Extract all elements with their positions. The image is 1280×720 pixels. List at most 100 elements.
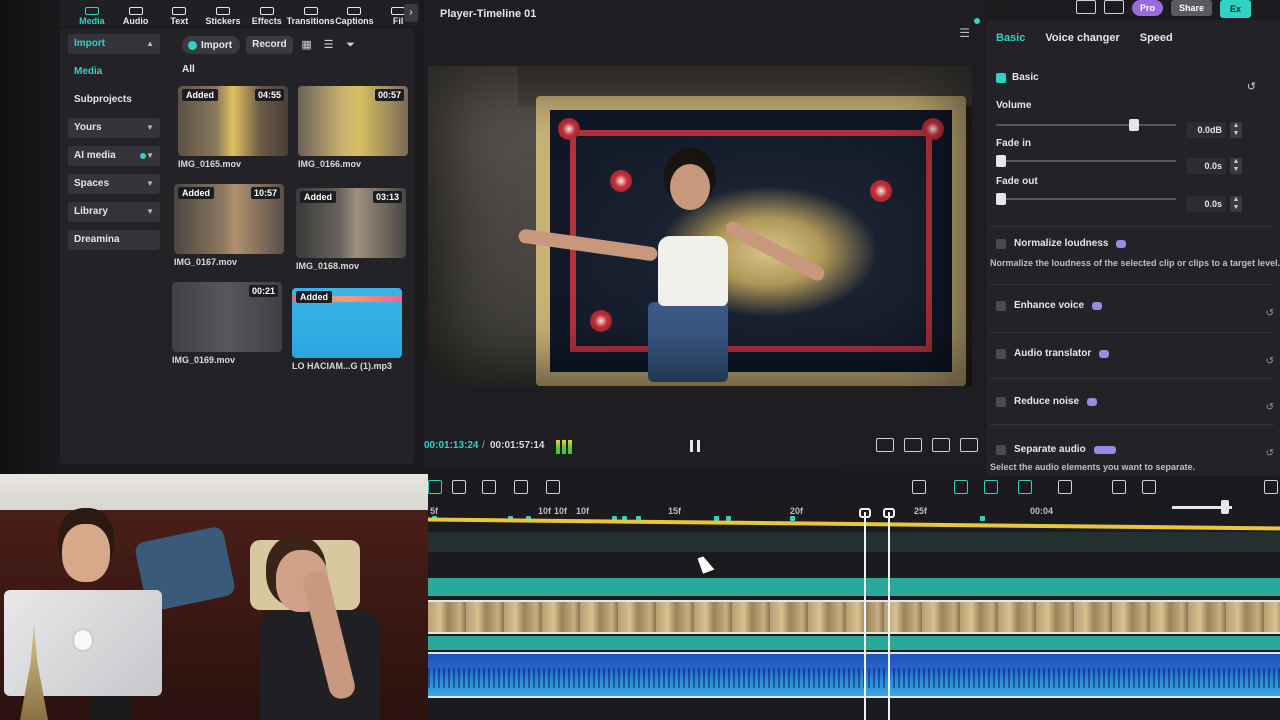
tab-voice-changer[interactable]: Voice changer: [1045, 32, 1119, 44]
filter-all-label[interactable]: All: [182, 64, 195, 75]
grid-view-icon[interactable]: ▦: [299, 38, 315, 52]
tab-transitions[interactable]: Transitions: [287, 7, 335, 26]
split-icon[interactable]: [1058, 480, 1072, 494]
normalize-row[interactable]: Normalize loudness: [996, 238, 1127, 249]
audio-translator-row[interactable]: Audio translator: [996, 348, 1110, 359]
slider-knob[interactable]: [996, 193, 1006, 205]
reset-icon[interactable]: ↺: [1266, 356, 1274, 367]
sidebar-item-yours[interactable]: Yours ▼: [68, 118, 160, 138]
pause-button[interactable]: [690, 440, 700, 452]
playhead-hover[interactable]: [883, 508, 895, 720]
snapshot-icon[interactable]: [904, 438, 922, 452]
tab-audio[interactable]: Audio: [114, 7, 158, 26]
media-item[interactable]: Added 04:55 IMG_0165.mov: [178, 86, 288, 169]
playhead[interactable]: [859, 508, 871, 720]
fade-out-value[interactable]: 0.0s: [1186, 196, 1226, 212]
checkbox[interactable]: [996, 348, 1006, 359]
volume-value[interactable]: 0.0dB: [1186, 122, 1226, 138]
ratio-icon[interactable]: [876, 438, 894, 452]
keyframe-icon[interactable]: [514, 480, 528, 494]
shortcut-icon[interactable]: [1104, 0, 1124, 14]
separate-audio-row[interactable]: Separate audio: [996, 444, 1116, 455]
checkbox[interactable]: [996, 238, 1006, 249]
tab-effects[interactable]: Effects: [245, 7, 289, 26]
toolbar-more-button[interactable]: ›: [404, 4, 418, 22]
duration-badge: 10:57: [250, 187, 280, 199]
media-item[interactable]: Added LO HACIAM...G (1).mp3: [292, 288, 402, 371]
slider-knob[interactable]: [1129, 119, 1139, 131]
stepper-icon[interactable]: ▲ ▼: [1230, 196, 1242, 212]
checkbox[interactable]: [996, 396, 1006, 407]
menu-icon[interactable]: ☰: [959, 26, 970, 40]
sidebar-item-spaces[interactable]: Spaces ▼: [68, 174, 160, 194]
playhead-handle[interactable]: [883, 508, 895, 518]
preview-axis-icon[interactable]: [1018, 480, 1032, 494]
zoom-in-icon[interactable]: [1264, 480, 1278, 494]
sidebar-item-library[interactable]: Library ▼: [68, 202, 160, 222]
video-preview[interactable]: [428, 66, 972, 386]
microphone-icon[interactable]: [912, 480, 926, 494]
reset-icon[interactable]: ↺: [1266, 448, 1274, 459]
added-badge: Added: [300, 191, 336, 203]
slider-knob[interactable]: [996, 155, 1006, 167]
media-item[interactable]: 00:57 IMG_0166.mov: [298, 86, 408, 169]
sidebar-item-import[interactable]: Import ▲: [68, 34, 160, 54]
checkbox-checked[interactable]: [996, 72, 1006, 83]
tab-basic[interactable]: Basic: [996, 32, 1025, 44]
brush-icon[interactable]: [482, 480, 496, 494]
tab-captions[interactable]: Captions: [333, 7, 377, 26]
caption-tool-icon[interactable]: [546, 480, 560, 494]
reset-icon[interactable]: ↺: [1247, 80, 1256, 93]
playhead-handle[interactable]: [859, 508, 871, 518]
sidebar-item-ai-media[interactable]: AI media ▼: [68, 146, 160, 166]
import-button[interactable]: Import: [182, 36, 241, 54]
sidebar-item-subprojects[interactable]: Subprojects: [68, 90, 160, 110]
magnet-icon[interactable]: [954, 480, 968, 494]
select-tool-icon[interactable]: [428, 480, 442, 494]
export-button[interactable]: Ex: [1220, 0, 1252, 18]
video-track-header[interactable]: [428, 578, 1280, 596]
video-track-footer[interactable]: [428, 636, 1280, 650]
effects-icon: [259, 7, 274, 15]
reset-icon[interactable]: ↺: [1266, 308, 1274, 319]
fade-in-value[interactable]: 0.0s: [1186, 158, 1226, 174]
track-empty[interactable]: [428, 532, 1280, 552]
pro-button[interactable]: Pro: [1132, 0, 1164, 16]
reset-icon[interactable]: ↺: [1266, 402, 1274, 413]
record-button[interactable]: Record: [246, 36, 293, 54]
chevron-down-icon: ▼: [146, 151, 154, 160]
marker-icon[interactable]: [980, 516, 985, 521]
video-clip[interactable]: [428, 600, 1280, 634]
layout-icon[interactable]: [1076, 0, 1096, 14]
volume-slider[interactable]: [996, 119, 1176, 131]
media-item[interactable]: 00:21 IMG_0169.mov: [172, 282, 282, 365]
filter-icon[interactable]: ⏷: [343, 38, 359, 52]
adjust-icon[interactable]: [452, 480, 466, 494]
tab-stickers[interactable]: Stickers: [201, 7, 245, 26]
zoom-out-icon[interactable]: [1142, 480, 1156, 494]
marker-icon[interactable]: [790, 516, 795, 521]
share-button[interactable]: Share: [1171, 0, 1213, 16]
reduce-noise-row[interactable]: Reduce noise: [996, 396, 1098, 407]
link-icon[interactable]: [984, 480, 998, 494]
audio-clip[interactable]: [428, 652, 1280, 698]
stepper-icon[interactable]: ▲ ▼: [1230, 158, 1242, 174]
basic-section-header[interactable]: Basic: [996, 72, 1039, 83]
checkbox[interactable]: [996, 300, 1006, 311]
tab-text[interactable]: Text: [157, 7, 201, 26]
media-item[interactable]: Added 03:13 IMG_0168.mov: [296, 188, 406, 271]
sidebar-item-media[interactable]: Media: [68, 62, 160, 82]
sort-icon[interactable]: ☰: [321, 38, 337, 52]
caption-toggle-icon[interactable]: [1112, 480, 1126, 494]
tab-speed[interactable]: Speed: [1140, 32, 1173, 44]
fade-in-slider[interactable]: [996, 155, 1176, 167]
tab-media[interactable]: Media: [70, 7, 114, 26]
sidebar-item-dreamina[interactable]: Dreamina: [68, 230, 160, 250]
enhance-voice-row[interactable]: Enhance voice: [996, 300, 1103, 311]
checkbox[interactable]: [996, 444, 1006, 455]
quality-icon[interactable]: [932, 438, 950, 452]
media-item[interactable]: Added 10:57 IMG_0167.mov: [174, 184, 284, 267]
fade-out-slider[interactable]: [996, 193, 1176, 205]
fullscreen-icon[interactable]: [960, 438, 978, 452]
stepper-icon[interactable]: ▲ ▼: [1230, 122, 1242, 138]
